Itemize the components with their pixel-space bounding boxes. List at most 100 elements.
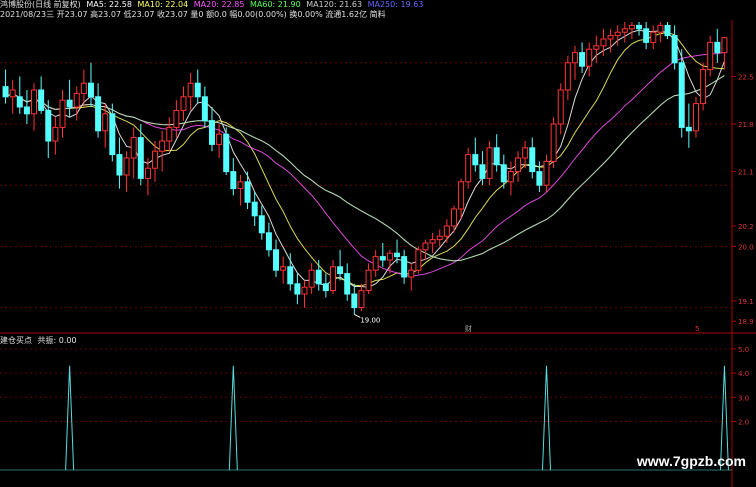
- candle-body: [500, 164, 507, 183]
- candle-body: [507, 171, 514, 183]
- candle-body: [678, 62, 685, 128]
- candle-body: [465, 154, 472, 183]
- price-tick-label: 22.5: [738, 73, 754, 81]
- candle-body: [159, 140, 166, 152]
- candle-body: [59, 99, 66, 128]
- candle-body: [208, 120, 215, 145]
- candle-body: [329, 266, 336, 292]
- candle-body: [116, 154, 123, 176]
- price-tick-label: 21.1: [738, 169, 754, 177]
- indicator-tick-label: 5.0: [738, 346, 749, 354]
- candle-body: [16, 96, 23, 108]
- candle-body: [294, 283, 301, 295]
- candle-body: [422, 242, 429, 251]
- candle-body: [579, 52, 586, 67]
- candle-body: [365, 269, 372, 292]
- candle-body: [564, 62, 571, 91]
- candle-body: [643, 28, 650, 43]
- candle-body: [201, 96, 208, 122]
- candle-body: [344, 273, 351, 295]
- price-chart[interactable]: 22.5 21.8 21.1 20.2 20.0 19.1 18.9 5.0 4.0 3.0 2.0…: [0, 0, 756, 487]
- low-annotation-label: 19.00: [360, 316, 380, 324]
- candle-body: [109, 113, 116, 156]
- indicator-spike: [228, 365, 238, 471]
- candle-body: [657, 24, 664, 33]
- candle-body: [685, 126, 692, 132]
- candle-body: [237, 181, 244, 190]
- ma-line-ma120: [5, 75, 725, 262]
- candle-body: [714, 41, 721, 54]
- candle-body: [87, 82, 94, 98]
- candle-body: [571, 52, 578, 64]
- candle-body: [429, 239, 436, 244]
- ma-line-ma60: [5, 75, 725, 262]
- price-tick-label: 21.8: [738, 121, 754, 129]
- candle-body: [536, 171, 543, 186]
- candle-body: [230, 171, 237, 190]
- candle-body: [479, 164, 486, 179]
- candle-body: [458, 181, 465, 210]
- candle-body: [486, 147, 493, 179]
- candle-body: [671, 35, 678, 64]
- candle-body: [137, 137, 144, 179]
- candle-body: [522, 147, 529, 159]
- candle-body: [379, 256, 386, 261]
- candle-body: [664, 24, 671, 37]
- indicator-tick-label: 3.0: [738, 394, 749, 402]
- candle-body: [45, 109, 52, 142]
- event-marker: 5: [695, 325, 699, 333]
- candle-body: [73, 92, 80, 108]
- candle-body: [144, 167, 151, 179]
- candle-body: [692, 103, 699, 132]
- candle-body: [251, 201, 258, 217]
- indicator-title: 建仓买点: [0, 336, 32, 345]
- candle-body: [166, 126, 173, 142]
- candle-body: [450, 208, 457, 227]
- candle-body: [443, 225, 450, 237]
- candle-body: [322, 283, 329, 292]
- candle-body: [586, 48, 593, 67]
- indicator-spike: [65, 365, 75, 471]
- candle-body: [95, 96, 102, 132]
- ma-line-ma5: [5, 29, 725, 288]
- candle-body: [550, 123, 557, 162]
- candle-body: [650, 31, 657, 43]
- candle-body: [280, 266, 287, 271]
- candle-body: [493, 147, 500, 166]
- candle-body: [123, 157, 130, 176]
- candle-body: [621, 28, 628, 33]
- candle-body: [372, 256, 379, 271]
- price-tick-label: 20.0: [738, 243, 754, 251]
- candle-body: [394, 252, 401, 258]
- candle-body: [515, 157, 522, 173]
- candle-body: [607, 35, 614, 40]
- candle-body: [66, 99, 73, 108]
- candle-body: [187, 82, 194, 98]
- candle-body: [23, 106, 30, 115]
- stock-chart-window: 鸿博股份(日线 前复权) MA5: 22.58 MA10: 22.04 MA20…: [0, 0, 756, 487]
- candle-body: [152, 150, 159, 169]
- finance-marker: 财: [465, 324, 472, 333]
- candle-body: [408, 269, 415, 278]
- candle-body: [180, 96, 187, 111]
- watermark: www.7gpzb.com: [636, 453, 746, 469]
- candle-body: [9, 89, 16, 98]
- candle-body: [31, 89, 38, 115]
- candle-body: [415, 249, 422, 271]
- candle-body: [593, 45, 600, 50]
- candle-body: [386, 252, 393, 261]
- indicator-value: 共振: 0.00: [37, 336, 77, 345]
- price-tick-label: 20.2: [738, 223, 754, 231]
- candle-body: [223, 133, 230, 173]
- candle-body: [273, 249, 280, 271]
- candle-body: [38, 89, 45, 111]
- candle-body: [265, 232, 272, 251]
- indicator-tick-label: 2.0: [738, 419, 749, 427]
- candle-body: [436, 235, 443, 241]
- candle-body: [102, 113, 109, 132]
- candle-body: [258, 215, 265, 234]
- candle-body: [543, 160, 550, 186]
- candle-body: [244, 181, 251, 203]
- candle-body: [2, 86, 9, 98]
- price-tick-label: 18.9: [738, 318, 754, 326]
